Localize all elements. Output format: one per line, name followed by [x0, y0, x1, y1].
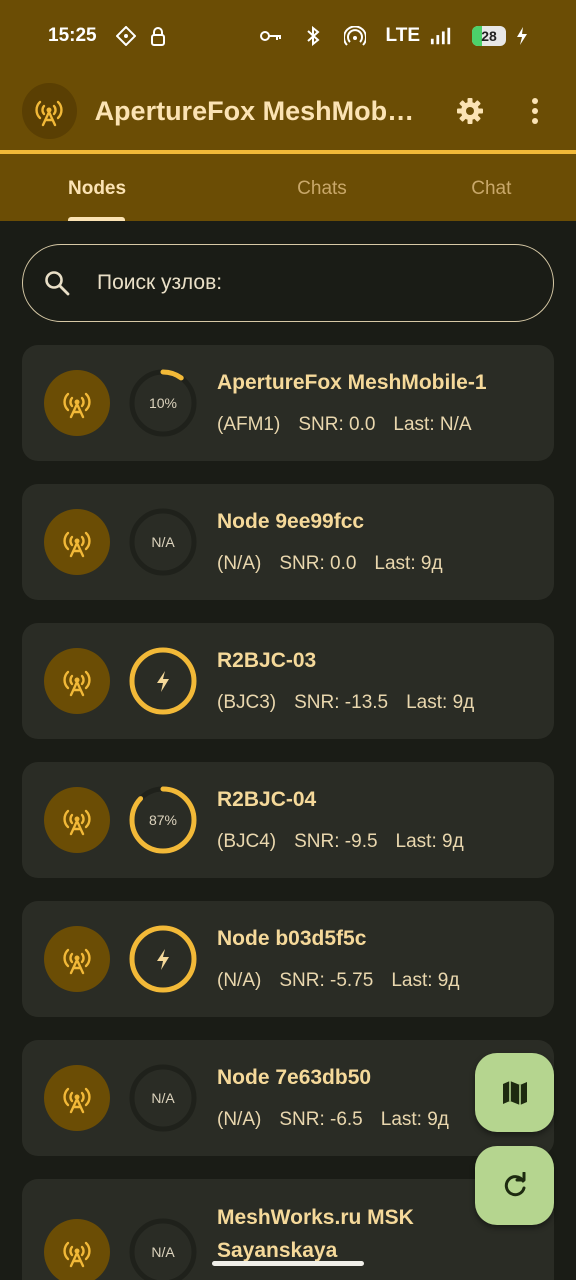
overflow-menu-button[interactable] [515, 91, 554, 131]
battery-gauge [128, 646, 198, 716]
node-snr: SNR: -5.75 [279, 970, 374, 991]
antenna-icon [44, 509, 110, 575]
antenna-icon [44, 926, 110, 992]
refresh-icon [504, 1171, 525, 1196]
node-meta: (N/A) SNR: 0.0 Last: 9д [217, 553, 443, 575]
map-button[interactable] [475, 1053, 554, 1132]
node-short: (BJC4) [217, 831, 277, 852]
node-row[interactable]: Node b03d5f5c (N/A) SNR: -5.75 Last: 9д [22, 901, 554, 1017]
node-name: MeshWorks.ru MSK Sayanskaya [217, 1206, 414, 1262]
map-icon [502, 1080, 527, 1105]
node-name: R2BJC-04 [217, 788, 317, 811]
battery-label: 10% [148, 395, 178, 411]
battery-gauge: N/A [128, 1063, 198, 1133]
node-short: (N/A) [217, 1109, 262, 1130]
node-name: Node b03d5f5c [217, 927, 367, 950]
node-name: Node 9ee99fcc [217, 510, 365, 533]
settings-button[interactable] [450, 91, 489, 131]
node-row[interactable]: 10% ApertureFox MeshMobile-1 (AFM1) SNR: 0.… [22, 345, 554, 461]
node-snr: SNR: 0.0 [279, 553, 357, 574]
gear-icon [456, 98, 483, 124]
node-name: R2BJC-03 [217, 649, 317, 672]
battery-gauge: 10% [128, 368, 198, 438]
node-snr: SNR: -13.5 [294, 692, 389, 713]
page-title: ApertureFox MeshMobil… [94, 95, 417, 126]
search-input[interactable]: Поиск узлов: [22, 244, 554, 322]
hotspot-icon [343, 25, 366, 47]
home-indicator[interactable] [212, 1261, 364, 1266]
more-vert-icon [531, 98, 538, 124]
tab-bar: Nodes Chats Chat [0, 154, 576, 221]
status-time: 15:25 [48, 25, 97, 46]
search-placeholder: Поиск узлов: [97, 271, 223, 294]
node-last: Last: 9д [391, 970, 460, 991]
bolt-icon [157, 949, 169, 970]
node-snr: SNR: -9.5 [294, 831, 378, 852]
battery-label: N/A [151, 1090, 175, 1106]
node-row[interactable]: R2BJC-03 (BJC3) SNR: -13.5 Last: 9д [22, 623, 554, 739]
node-row[interactable]: 87% R2BJC-04 (BJC4) SNR: -9.5 Last: 9д [22, 762, 554, 878]
battery-gauge: N/A [128, 1217, 198, 1280]
node-short: (N/A) [217, 970, 262, 991]
node-name: ApertureFox MeshMobile-1 [217, 371, 487, 394]
node-short: (AFM1) [217, 414, 281, 435]
node-meta: (BJC4) SNR: -9.5 Last: 9д [217, 831, 464, 853]
app-bar: ApertureFox MeshMobil… [0, 72, 576, 150]
status-bar: 15:25 LTE 28 [0, 0, 576, 72]
lock-wifi-icon [147, 25, 169, 47]
bluetooth-icon [302, 25, 324, 47]
battery-label: N/A [151, 1244, 175, 1260]
node-meta: (N/A) SNR: -6.5 Last: 9д [217, 1109, 449, 1131]
node-last: Last: 9д [380, 1109, 449, 1130]
battery-label: N/A [151, 534, 175, 550]
diamond-icon [115, 25, 137, 47]
node-last: Last: N/A [393, 414, 472, 435]
battery-gauge: N/A [128, 507, 198, 577]
network-type: LTE [385, 25, 420, 46]
node-snr: SNR: -6.5 [279, 1109, 363, 1130]
key-icon [259, 25, 282, 47]
antenna-icon [44, 370, 110, 436]
tab-nodes[interactable]: Nodes [0, 154, 237, 221]
node-row[interactable]: N/A Node 9ee99fcc (N/A) SNR: 0.0 Last: 9д [22, 484, 554, 600]
node-list: 10% ApertureFox MeshMobile-1 (AFM1) SNR: 0.… [22, 345, 554, 1280]
node-last: Last: 9д [406, 692, 475, 713]
search-icon [43, 269, 71, 297]
node-meta: (AFM1) SNR: 0.0 Last: N/A [217, 414, 472, 436]
antenna-icon [44, 1065, 110, 1131]
tab-chats[interactable]: Chats [237, 154, 406, 221]
battery-label: 87% [148, 812, 178, 828]
battery-gauge: 87% [128, 785, 198, 855]
tab-indicator [68, 217, 125, 221]
node-meta: (N/A) SNR: -5.75 Last: 9д [217, 970, 459, 992]
battery-indicator: 28 [472, 26, 506, 46]
node-last: Last: 9д [395, 831, 464, 852]
antenna-icon [22, 83, 77, 139]
refresh-button[interactable] [475, 1146, 554, 1225]
bolt-icon [157, 671, 169, 692]
charging-icon [516, 25, 528, 47]
battery-gauge [128, 924, 198, 994]
tab-chat[interactable]: Chat [407, 154, 576, 221]
node-snr: SNR: 0.0 [298, 414, 376, 435]
antenna-icon [44, 787, 110, 853]
node-last: Last: 9д [374, 553, 443, 574]
node-short: (N/A) [217, 553, 262, 574]
node-short: (BJC3) [217, 692, 277, 713]
node-name: Node 7e63db50 [217, 1066, 372, 1089]
antenna-icon [44, 648, 110, 714]
node-meta: (BJC3) SNR: -13.5 Last: 9д [217, 692, 474, 714]
signal-icon [430, 25, 452, 47]
antenna-icon [44, 1219, 110, 1280]
